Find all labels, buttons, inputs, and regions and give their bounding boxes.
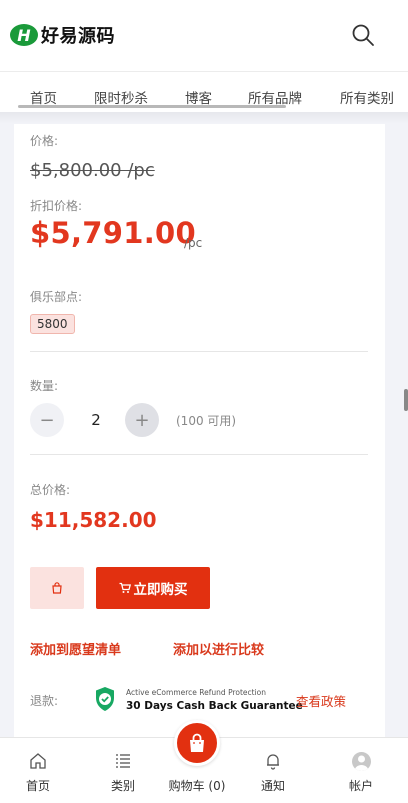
add-to-wishlist-link[interactable]: 添加到愿望清单 — [30, 639, 121, 658]
logo[interactable]: H 好易源码 — [10, 22, 115, 48]
shield-check-icon — [96, 687, 114, 711]
nav-item-all-brands[interactable]: 所有品牌 — [248, 87, 302, 107]
cart-icon — [119, 582, 131, 593]
club-points-label: 俱乐部点: — [30, 290, 83, 304]
bottom-nav-cart-label: 购物车 (0) — [168, 779, 226, 793]
category-nav: 首页 限时秒杀 博客 所有品牌 所有类别 — [0, 72, 408, 112]
refund-protection-text: Active eCommerce Refund Protection — [126, 688, 267, 697]
avatar — [352, 752, 371, 771]
nav-scrollbar[interactable] — [18, 105, 286, 108]
bottom-nav-categories[interactable]: 类别 — [93, 738, 153, 803]
price-label: 价格: — [30, 134, 59, 148]
list-icon — [116, 754, 130, 768]
divider — [30, 351, 368, 352]
bottom-nav-home[interactable]: 首页 — [8, 738, 68, 803]
user-icon — [354, 755, 369, 771]
original-price: $5,800.00 /pc — [30, 160, 155, 181]
price-unit: /pc — [184, 236, 203, 250]
nav-item-flash-sale[interactable]: 限时秒杀 — [94, 87, 148, 107]
nav-item-blog[interactable]: 博客 — [185, 87, 212, 107]
search-icon[interactable] — [350, 22, 376, 48]
shopping-bag-icon — [52, 582, 62, 594]
quantity-increase-button[interactable]: + — [125, 403, 159, 437]
quantity-label: 数量: — [30, 379, 59, 393]
bottom-nav-categories-label: 类别 — [110, 779, 135, 793]
product-detail-card: 价格: $5,800.00 /pc 折扣价格: $5,791.00 /pc 俱乐… — [14, 124, 385, 803]
bottom-nav-account-label: 帐户 — [348, 779, 373, 793]
quantity-value[interactable]: 2 — [88, 411, 104, 429]
refund-label: 退款: — [30, 694, 59, 708]
home-icon — [30, 753, 46, 769]
bottom-nav-home-label: 首页 — [25, 779, 50, 793]
shopping-bag-icon — [190, 733, 204, 752]
nav-item-home[interactable]: 首页 — [30, 87, 57, 107]
total-price: $11,582.00 — [30, 508, 157, 532]
header: H 好易源码 — [0, 0, 408, 72]
add-to-cart-button[interactable] — [30, 567, 84, 609]
cart-fab-button[interactable] — [174, 720, 220, 766]
quantity-decrease-button[interactable]: − — [30, 403, 64, 437]
bottom-nav-notifications-label: 通知 — [260, 779, 285, 793]
page-scroll-indicator[interactable] — [404, 389, 408, 411]
bell-icon — [267, 754, 279, 770]
bottom-nav-notifications[interactable]: 通知 — [243, 738, 303, 803]
refund-guarantee-text: 30 Days Cash Back Guarantee — [126, 700, 303, 712]
divider — [30, 454, 368, 455]
view-policy-link[interactable]: 查看政策 — [296, 691, 346, 710]
buy-now-button[interactable]: 立即购买 — [96, 567, 210, 609]
club-points-badge: 5800 — [30, 314, 75, 334]
nav-shadow — [0, 112, 408, 124]
logo-text: 好易源码 — [41, 26, 115, 47]
nav-item-all-categories[interactable]: 所有类别 — [340, 87, 394, 107]
discount-price: $5,791.00 — [30, 216, 196, 250]
add-to-compare-link[interactable]: 添加以进行比较 — [173, 639, 264, 658]
stock-available: (100 可用) — [176, 414, 237, 428]
total-price-label: 总价格: — [30, 483, 71, 497]
logo-mark: H — [10, 24, 38, 46]
bottom-nav-account[interactable]: 帐户 — [331, 738, 391, 803]
discount-price-label: 折扣价格: — [30, 199, 83, 213]
buy-now-label: 立即购买 — [133, 582, 188, 598]
